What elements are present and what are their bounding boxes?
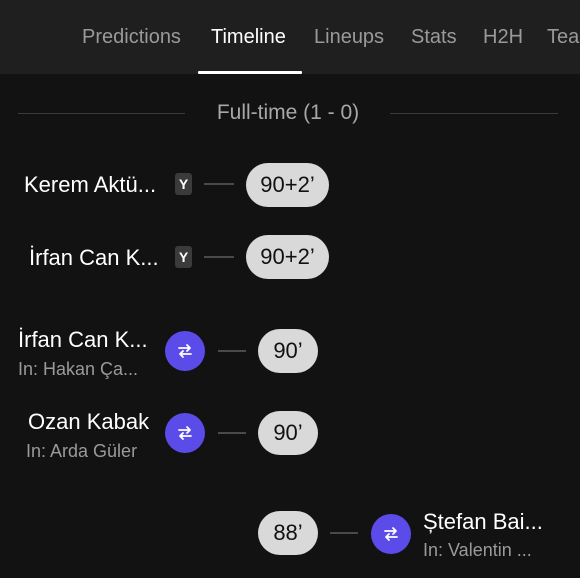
player-in-name: In: Valentin ... [423, 540, 532, 560]
connector-line [330, 532, 358, 534]
minute-pill: 90’ [258, 329, 318, 373]
fulltime-label: Full-time (1 - 0) [216, 101, 360, 124]
player-out-name: Ozan Kabak [28, 409, 150, 434]
minute-pill: 90+2’ [246, 235, 329, 279]
tab-team[interactable]: Tea [547, 26, 579, 49]
player-in-name: In: Arda Güler [26, 441, 138, 461]
tab-h2h[interactable]: H2H [483, 26, 523, 49]
yellow-card-icon: Y [175, 246, 192, 268]
divider-left [18, 113, 185, 114]
swap-arrows-icon [165, 331, 205, 371]
tab-stats[interactable]: Stats [411, 26, 457, 49]
swap-arrows-icon [165, 413, 205, 453]
connector-line [218, 350, 246, 352]
yellow-card-icon: Y [175, 173, 192, 195]
tab-predictions[interactable]: Predictions [82, 26, 181, 49]
minute-pill: 90’ [258, 411, 318, 455]
minute-pill: 90+2’ [246, 163, 329, 207]
tab-bar: Predictions Timeline Lineups Stats H2H T… [0, 0, 580, 74]
player-name: İrfan Can K... [29, 245, 159, 270]
minute-pill: 88’ [258, 511, 318, 555]
tab-lineups[interactable]: Lineups [314, 26, 384, 49]
swap-arrows-icon [371, 514, 411, 554]
connector-line [218, 432, 246, 434]
active-tab-indicator [198, 71, 302, 74]
divider-right [390, 113, 558, 114]
connector-line [204, 256, 234, 258]
connector-line [204, 183, 234, 185]
player-out-name: Ștefan Bai... [423, 509, 543, 534]
tab-timeline[interactable]: Timeline [211, 26, 286, 49]
player-out-name: İrfan Can K... [18, 327, 148, 352]
player-in-name: In: Hakan Ça... [18, 359, 139, 379]
player-name: Kerem Aktü... [24, 172, 157, 197]
